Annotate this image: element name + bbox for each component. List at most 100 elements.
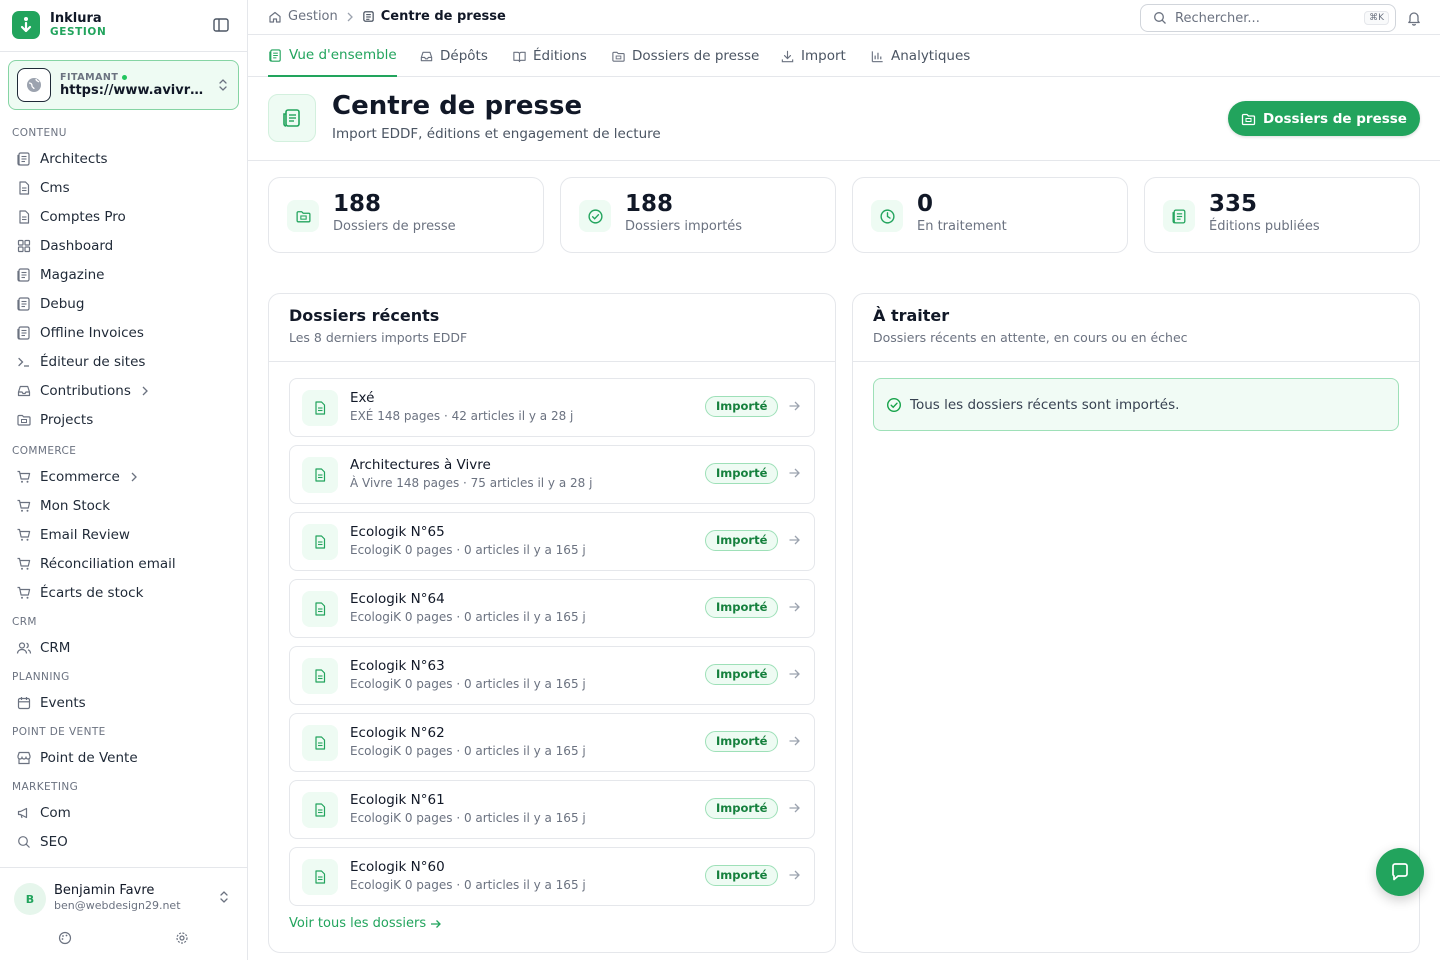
tab-label: Import xyxy=(801,48,846,64)
sidebar-item-cms[interactable]: Cms xyxy=(0,173,247,202)
sidebar-item-r-conciliation-email[interactable]: Réconciliation email xyxy=(0,549,247,578)
dossier-meta: EXÉ 148 pages · 42 articles il y a 28 j xyxy=(350,409,574,423)
palette-icon[interactable] xyxy=(58,931,72,945)
status-badge: Importé xyxy=(705,530,779,551)
newspaper-icon xyxy=(16,267,32,283)
sidebar-item-events[interactable]: Events xyxy=(0,688,247,717)
online-dot xyxy=(122,75,128,80)
breadcrumb-root[interactable]: Gestion xyxy=(288,9,338,24)
site-switcher[interactable]: FITAMANT https://www.avivre.fr xyxy=(8,60,239,110)
sidebar-item-seo[interactable]: SEO xyxy=(0,827,247,856)
stat-label: Éditions publiées xyxy=(1209,219,1320,234)
tab-d-p-ts[interactable]: Dépôts xyxy=(419,35,488,77)
dossier-title: Ecologik N°63 xyxy=(350,658,445,674)
panel-subtitle: Dossiers récents en attente, en cours ou… xyxy=(873,330,1188,345)
arrow-right-icon[interactable] xyxy=(788,802,801,814)
list-item[interactable]: Ecologik N°65 EcologiK 0 pages · 0 articl… xyxy=(289,512,815,571)
sidebar-item-magazine[interactable]: Magazine xyxy=(0,260,247,289)
stat-value: 335 xyxy=(1209,191,1258,217)
chevron-right-icon xyxy=(346,12,354,22)
list-item[interactable]: Ecologik N°61 EcologiK 0 pages · 0 articl… xyxy=(289,780,815,839)
tab-analytiques[interactable]: Analytiques xyxy=(870,35,970,77)
chat-button[interactable] xyxy=(1376,848,1424,896)
nav-section-title: MARKETING xyxy=(12,781,79,793)
arrow-right-icon[interactable] xyxy=(788,735,801,747)
arrow-right-icon[interactable] xyxy=(788,400,801,412)
arrow-right-icon[interactable] xyxy=(788,534,801,546)
sidebar-item-label: Éditeur de sites xyxy=(40,353,146,370)
sidebar-item-point-de-vente[interactable]: Point de Vente xyxy=(0,743,247,772)
chevron-updown-icon xyxy=(219,890,229,904)
sidebar-item-debug[interactable]: Debug xyxy=(0,289,247,318)
dossier-title: Exé xyxy=(350,390,375,406)
tab-dossiers-de-presse[interactable]: Dossiers de presse xyxy=(611,35,759,77)
sidebar-item-com[interactable]: Com xyxy=(0,798,247,827)
sidebar-item--diteur-de-sites[interactable]: Éditeur de sites xyxy=(0,347,247,376)
arrow-right-icon[interactable] xyxy=(788,668,801,680)
sidebar-item--carts-de-stock[interactable]: Écarts de stock xyxy=(0,578,247,607)
home-icon[interactable] xyxy=(268,10,282,24)
sidebar: Inklura GESTION FITAMANT https://www.avi… xyxy=(0,0,248,960)
press-kits-button[interactable]: Dossiers de presse xyxy=(1228,101,1420,136)
sidebar-item-dashboard[interactable]: Dashboard xyxy=(0,231,247,260)
sidebar-toggle-icon[interactable] xyxy=(212,16,230,34)
sidebar-item-projects[interactable]: Projects xyxy=(0,405,247,434)
list-item[interactable]: Ecologik N°63 EcologiK 0 pages · 0 articl… xyxy=(289,646,815,705)
list-item[interactable]: Ecologik N°60 EcologiK 0 pages · 0 articl… xyxy=(289,847,815,906)
gear-icon[interactable] xyxy=(175,931,189,945)
document-icon xyxy=(302,725,338,761)
tab-vue-d-ensemble[interactable]: Vue d'ensemble xyxy=(268,35,397,77)
document-icon xyxy=(302,591,338,627)
see-all-link[interactable]: Voir tous les dossiers xyxy=(289,916,442,931)
grid-icon xyxy=(16,238,32,254)
list-item[interactable]: Ecologik N°62 EcologiK 0 pages · 0 articl… xyxy=(289,713,815,772)
bell-icon[interactable] xyxy=(1406,10,1422,26)
tab-label: Éditions xyxy=(533,48,587,64)
inbox-icon xyxy=(419,49,434,64)
sidebar-item-offline-invoices[interactable]: Offline Invoices xyxy=(0,318,247,347)
nav-section-title: CONTENU xyxy=(12,127,67,139)
sidebar-item-comptes-pro[interactable]: Comptes Pro xyxy=(0,202,247,231)
brand[interactable]: Inklura GESTION xyxy=(12,11,106,39)
folder-icon xyxy=(16,412,32,428)
sidebar-item-email-review[interactable]: Email Review xyxy=(0,520,247,549)
sidebar-item-ecommerce[interactable]: Ecommerce xyxy=(0,462,247,491)
arrow-right-icon[interactable] xyxy=(788,601,801,613)
arrow-right-icon[interactable] xyxy=(788,869,801,881)
newspaper-icon xyxy=(1163,200,1195,232)
status-badge: Importé xyxy=(705,463,779,484)
status-badge: Importé xyxy=(705,798,779,819)
status-badge: Importé xyxy=(705,396,779,417)
sidebar-item-label: Point de Vente xyxy=(40,749,138,766)
sidebar-item-label: Cms xyxy=(40,179,70,196)
list-item[interactable]: Ecologik N°64 EcologiK 0 pages · 0 articl… xyxy=(289,579,815,638)
tab-label: Dépôts xyxy=(440,48,488,64)
status-badge: Importé xyxy=(705,597,779,618)
page-subtitle: Import EDDF, éditions et engagement de l… xyxy=(332,126,661,142)
sidebar-item-mon-stock[interactable]: Mon Stock xyxy=(0,491,247,520)
list-item[interactable]: Architectures à Vivre À Vivre 148 pages ·… xyxy=(289,445,815,504)
stat-value: 188 xyxy=(333,191,382,217)
stat-label: Dossiers de presse xyxy=(333,219,456,234)
tab-import[interactable]: Import xyxy=(780,35,846,77)
list-item[interactable]: Exé EXÉ 148 pages · 42 articles il y a 28… xyxy=(289,378,815,437)
sidebar-item-architects[interactable]: Architects xyxy=(0,144,247,173)
cart-icon xyxy=(16,469,32,485)
store-icon xyxy=(16,750,32,766)
users-icon xyxy=(16,640,32,656)
arrow-right-icon[interactable] xyxy=(788,467,801,479)
search-box[interactable]: Rechercher... ⌘K xyxy=(1140,4,1396,32)
user-menu[interactable]: B Benjamin Favre ben@webdesign29.net xyxy=(0,867,247,960)
tab-label: Vue d'ensemble xyxy=(289,47,397,63)
dossier-title: Ecologik N°60 xyxy=(350,859,445,875)
chevron-right-icon xyxy=(141,386,149,396)
search-input[interactable]: Rechercher... xyxy=(1175,11,1364,26)
sidebar-item-contributions[interactable]: Contributions xyxy=(0,376,247,405)
dossier-meta: EcologiK 0 pages · 0 articles il y a 165… xyxy=(350,811,586,825)
status-badge: Importé xyxy=(705,664,779,685)
sidebar-item-crm[interactable]: CRM xyxy=(0,633,247,662)
stat-label: En traitement xyxy=(917,219,1007,234)
tab--ditions[interactable]: Éditions xyxy=(512,35,587,77)
sidebar-item-label: Com xyxy=(40,804,71,821)
folder-icon xyxy=(1241,112,1256,126)
